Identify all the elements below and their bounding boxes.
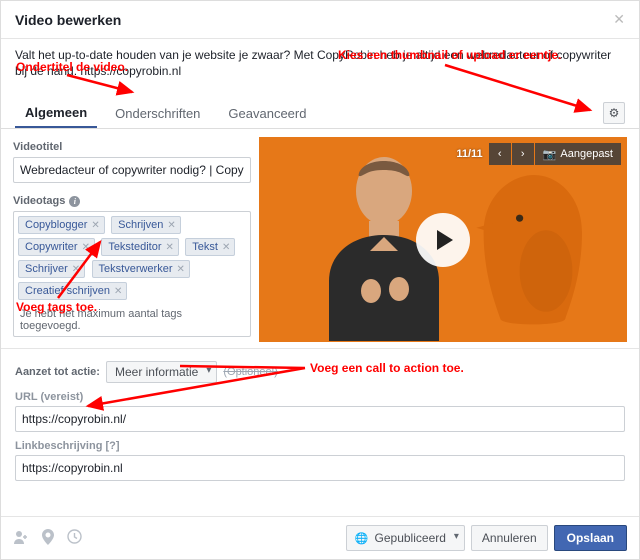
camera-icon: 📷 xyxy=(543,148,557,161)
video-description: Valt het up-to-date houden van je websit… xyxy=(1,39,639,83)
chevron-left-icon: ‹ xyxy=(498,148,502,160)
videotags-label: Videotags i xyxy=(13,195,251,207)
chevron-right-icon: › xyxy=(521,148,525,160)
videotags-box[interactable]: Copyblogger✕ Schrijven✕ Copywriter✕ Teks… xyxy=(13,211,251,337)
globe-icon: 🌐 xyxy=(355,532,369,545)
cta-label: Aanzet tot actie: xyxy=(15,366,100,378)
play-button[interactable] xyxy=(416,213,470,267)
tab-geavanceerd[interactable]: Geavanceerd xyxy=(218,98,316,127)
tag-remove-icon[interactable]: ✕ xyxy=(167,220,175,231)
save-button[interactable]: Opslaan xyxy=(554,525,627,551)
thumbnail-counter: 11/11 xyxy=(456,148,482,160)
modal-title: Video bewerken xyxy=(15,12,121,28)
url-label: URL (vereist) xyxy=(15,391,625,403)
publish-dropdown[interactable]: 🌐 Gepubliceerd xyxy=(346,525,465,551)
tag-remove-icon[interactable]: ✕ xyxy=(177,264,185,275)
tag-remove-icon[interactable]: ✕ xyxy=(72,264,80,275)
videotitle-label: Videotitel xyxy=(13,141,251,153)
tag-remove-icon[interactable]: ✕ xyxy=(222,242,230,253)
tabs: Algemeen Onderschriften Geavanceerd ⚙ xyxy=(1,97,639,129)
cta-select[interactable]: Meer informatie xyxy=(106,361,217,383)
thumbnail-next-button[interactable]: › xyxy=(512,143,534,165)
modal-footer: 🌐 Gepubliceerd Annuleren Opslaan xyxy=(1,516,639,559)
tag-remove-icon[interactable]: ✕ xyxy=(114,286,122,297)
thumbnail-prev-button[interactable]: ‹ xyxy=(489,143,511,165)
tag-person-icon[interactable] xyxy=(13,529,29,548)
modal-header: Video bewerken ✕ xyxy=(1,1,639,39)
tags-hint: Je hebt het maximum aantal tags toegevoe… xyxy=(18,304,246,334)
info-icon[interactable]: i xyxy=(69,196,80,207)
bird-illustration xyxy=(459,163,609,342)
tag-remove-icon[interactable]: ✕ xyxy=(166,242,174,253)
tab-algemeen[interactable]: Algemeen xyxy=(15,97,97,128)
tag-item: Tekstverwerker✕ xyxy=(92,260,190,278)
tag-item: Teksteditor✕ xyxy=(101,238,179,256)
thumbnail-custom-button[interactable]: 📷 Aangepast xyxy=(535,143,621,165)
tag-item: Copywriter✕ xyxy=(18,238,95,256)
close-icon[interactable]: ✕ xyxy=(613,11,625,28)
tag-item: Schrijver✕ xyxy=(18,260,85,278)
tag-item: Tekst✕ xyxy=(185,238,235,256)
videotitle-input[interactable] xyxy=(13,157,251,183)
thumbnail-controls: 11/11 ‹ › 📷 Aangepast xyxy=(456,143,621,165)
settings-button[interactable]: ⚙ xyxy=(603,102,625,124)
clock-icon[interactable] xyxy=(67,529,82,547)
tag-item: Creatief schrijven✕ xyxy=(18,282,127,300)
cancel-button[interactable]: Annuleren xyxy=(471,525,548,551)
gear-icon: ⚙ xyxy=(609,106,620,120)
tag-remove-icon[interactable]: ✕ xyxy=(91,220,99,231)
linkdesc-input[interactable] xyxy=(15,455,625,481)
location-icon[interactable] xyxy=(41,529,55,548)
cta-optional-hint: (Optioneel) xyxy=(223,366,277,378)
tag-item: Copyblogger✕ xyxy=(18,216,105,234)
linkdesc-label: Linkbeschrijving [?] xyxy=(15,440,625,452)
tag-item: Schrijven✕ xyxy=(111,216,181,234)
video-preview: 11/11 ‹ › 📷 Aangepast xyxy=(259,137,627,342)
url-input[interactable] xyxy=(15,406,625,432)
tag-remove-icon[interactable]: ✕ xyxy=(82,242,90,253)
tab-onderschriften[interactable]: Onderschriften xyxy=(105,98,210,127)
